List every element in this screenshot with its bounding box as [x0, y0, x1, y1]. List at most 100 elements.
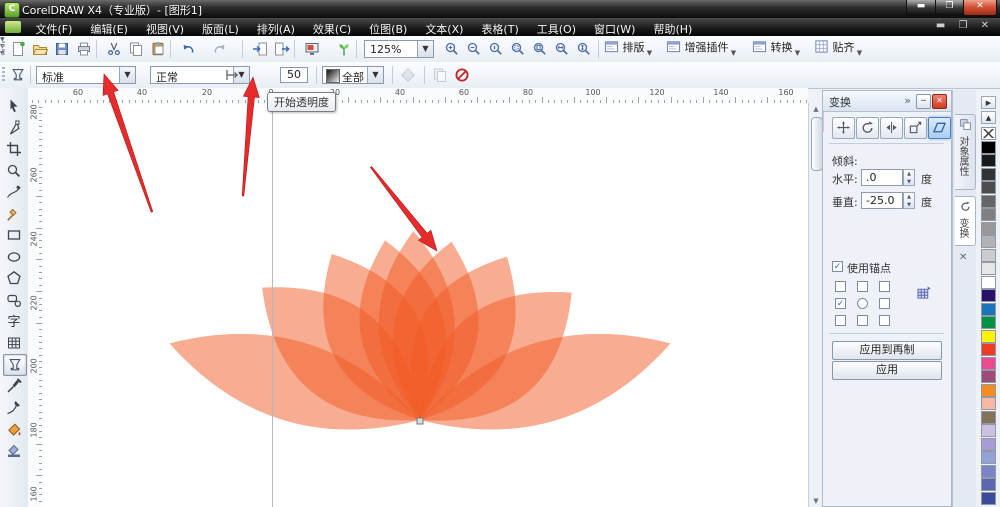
transform-skew-button[interactable] — [928, 117, 951, 139]
interactive-fill-tool[interactable] — [3, 440, 25, 460]
transform-size-button[interactable] — [904, 117, 927, 139]
start-transparency-input[interactable]: 50 — [280, 67, 308, 83]
color-swatch[interactable] — [981, 478, 996, 491]
menu-item-t[interactable]: 表格(T) — [472, 19, 527, 37]
color-swatch[interactable] — [981, 343, 996, 356]
toolbar-button-layout[interactable]: 排版 ▼ — [604, 39, 652, 59]
anchor-point-2-0[interactable] — [835, 315, 846, 326]
color-swatch[interactable] — [981, 410, 996, 424]
color-swatch[interactable] — [981, 221, 996, 235]
toolbar-button-cut[interactable] — [104, 39, 124, 59]
zoom-level-dropdown[interactable]: 125% ▼ — [364, 40, 434, 58]
palette-flyout-button[interactable]: ▶ — [981, 96, 996, 109]
color-swatch[interactable] — [981, 275, 996, 289]
color-swatch[interactable] — [981, 329, 996, 343]
docker-tab-object-properties[interactable]: 对象属性 — [955, 114, 976, 190]
lotus-drawing[interactable] — [42, 103, 808, 507]
transform-position-button[interactable] — [832, 117, 855, 139]
color-swatch[interactable] — [981, 451, 996, 464]
scroll-down-icon[interactable]: ▼ — [811, 496, 821, 506]
color-swatch[interactable] — [981, 302, 996, 316]
basic-shapes-tool[interactable] — [3, 290, 25, 310]
toolbar-button-undo[interactable] — [178, 39, 198, 59]
anchor-point-1-2[interactable] — [879, 298, 890, 309]
anchor-point-0-0[interactable] — [835, 281, 846, 292]
toolbar-button-convert[interactable]: 转换 ▼ — [752, 39, 800, 59]
color-swatch[interactable] — [981, 424, 996, 437]
menu-item-w[interactable]: 窗口(W) — [585, 19, 644, 37]
toolbar-button-export[interactable] — [272, 39, 292, 59]
toolbar-button-welcome-screen[interactable] — [334, 39, 354, 59]
transform-rotation-button[interactable] — [856, 117, 879, 139]
eyedropper-tool[interactable] — [3, 376, 25, 396]
docker-expand-icon[interactable]: » — [904, 94, 911, 107]
no-transparency-icon[interactable] — [452, 65, 472, 85]
vertical-scrollbar[interactable]: ▲ ▼ — [808, 103, 823, 507]
transparency-type-dropdown[interactable]: 标准 ▼ — [36, 66, 136, 84]
color-swatch[interactable] — [981, 154, 996, 167]
polygon-tool[interactable] — [3, 268, 25, 288]
color-swatch[interactable] — [981, 437, 996, 451]
toolbar-button-app-launcher[interactable] — [302, 39, 322, 59]
toolbar-button-zoom-selected[interactable] — [508, 39, 528, 59]
color-swatch[interactable] — [981, 167, 996, 181]
color-swatch[interactable] — [981, 140, 996, 154]
table-tool[interactable] — [3, 333, 25, 353]
toolbar-button-plugins[interactable]: 增强插件 ▼ — [666, 39, 736, 59]
transparency-tool[interactable] — [3, 354, 27, 376]
color-swatch[interactable] — [981, 235, 996, 248]
menu-item-a[interactable]: 排列(A) — [248, 19, 304, 37]
menu-item-h[interactable]: 帮助(H) — [644, 19, 701, 37]
drawing-canvas[interactable] — [42, 103, 808, 507]
anchor-point-2-2[interactable] — [879, 315, 890, 326]
transform-scale-mirror-button[interactable] — [880, 117, 903, 139]
apply-to-duplicate-button[interactable]: 应用到再制 — [832, 341, 942, 360]
toolbar-button-save-file[interactable] — [52, 39, 72, 59]
toolbar-button-print[interactable] — [74, 39, 94, 59]
palette-scroll-up-icon[interactable]: ▲ — [981, 111, 996, 124]
toolbar-button-zoom-in[interactable] — [442, 39, 462, 59]
color-swatch[interactable] — [981, 248, 996, 262]
object-node-handle[interactable] — [416, 417, 424, 425]
toolbar-button-snap[interactable]: 贴齐 ▼ — [814, 39, 862, 59]
transparency-target-dropdown[interactable]: 全部 ▼ — [322, 66, 384, 84]
fill-tool[interactable] — [3, 419, 25, 439]
color-swatch[interactable] — [981, 491, 996, 505]
ellipse-tool[interactable] — [3, 247, 25, 267]
color-swatch[interactable] — [981, 194, 996, 208]
toolbar-button-copy[interactable] — [126, 39, 146, 59]
text-tool[interactable]: 字 — [3, 311, 25, 331]
menu-item-o[interactable]: 工具(O) — [528, 19, 585, 37]
color-swatch[interactable] — [981, 397, 996, 410]
outline-pen-tool[interactable] — [3, 397, 25, 417]
color-swatch[interactable] — [981, 464, 996, 478]
apply-button[interactable]: 应用 — [832, 361, 942, 380]
minimize-button[interactable]: ▬ — [906, 0, 936, 16]
shape-tool[interactable] — [3, 118, 25, 138]
toolbar-button-paste[interactable] — [148, 39, 168, 59]
color-swatch[interactable] — [981, 356, 996, 370]
color-swatch[interactable] — [981, 316, 996, 329]
toolbar-button-import[interactable] — [250, 39, 270, 59]
docker-tab-close-icon[interactable]: ✕ — [959, 252, 967, 263]
chevron-down-icon[interactable]: ▼ — [119, 67, 135, 83]
toolbar-button-open-folder[interactable] — [30, 39, 50, 59]
toolbar-button-zoom-out[interactable] — [464, 39, 484, 59]
chevron-down-icon[interactable]: ▼ — [367, 67, 383, 83]
field-input-horizontal[interactable]: .0 — [861, 169, 903, 186]
pick-tool[interactable] — [3, 96, 25, 116]
maximize-button[interactable]: ❐ — [935, 0, 964, 16]
smart-fill-tool[interactable] — [3, 204, 25, 224]
anchor-point-0-2[interactable] — [879, 281, 890, 292]
field-input-vertical[interactable]: -25.0 — [861, 192, 903, 209]
docker-tab-transform[interactable]: 变换 — [955, 196, 976, 246]
scroll-up-icon[interactable]: ▲ — [811, 104, 821, 114]
document-window-controls[interactable]: ▬ ❐ ✕ — [936, 20, 994, 31]
copy-properties-icon[interactable] — [430, 65, 450, 85]
toolbar-button-redo[interactable] — [210, 39, 230, 59]
menu-item-c[interactable]: 效果(C) — [304, 19, 360, 37]
menu-item-e[interactable]: 编辑(E) — [81, 19, 137, 37]
menu-item-v[interactable]: 视图(V) — [137, 19, 193, 37]
menu-item-f[interactable]: 文件(F) — [27, 19, 82, 37]
freeze-transparency-icon[interactable] — [398, 65, 418, 85]
